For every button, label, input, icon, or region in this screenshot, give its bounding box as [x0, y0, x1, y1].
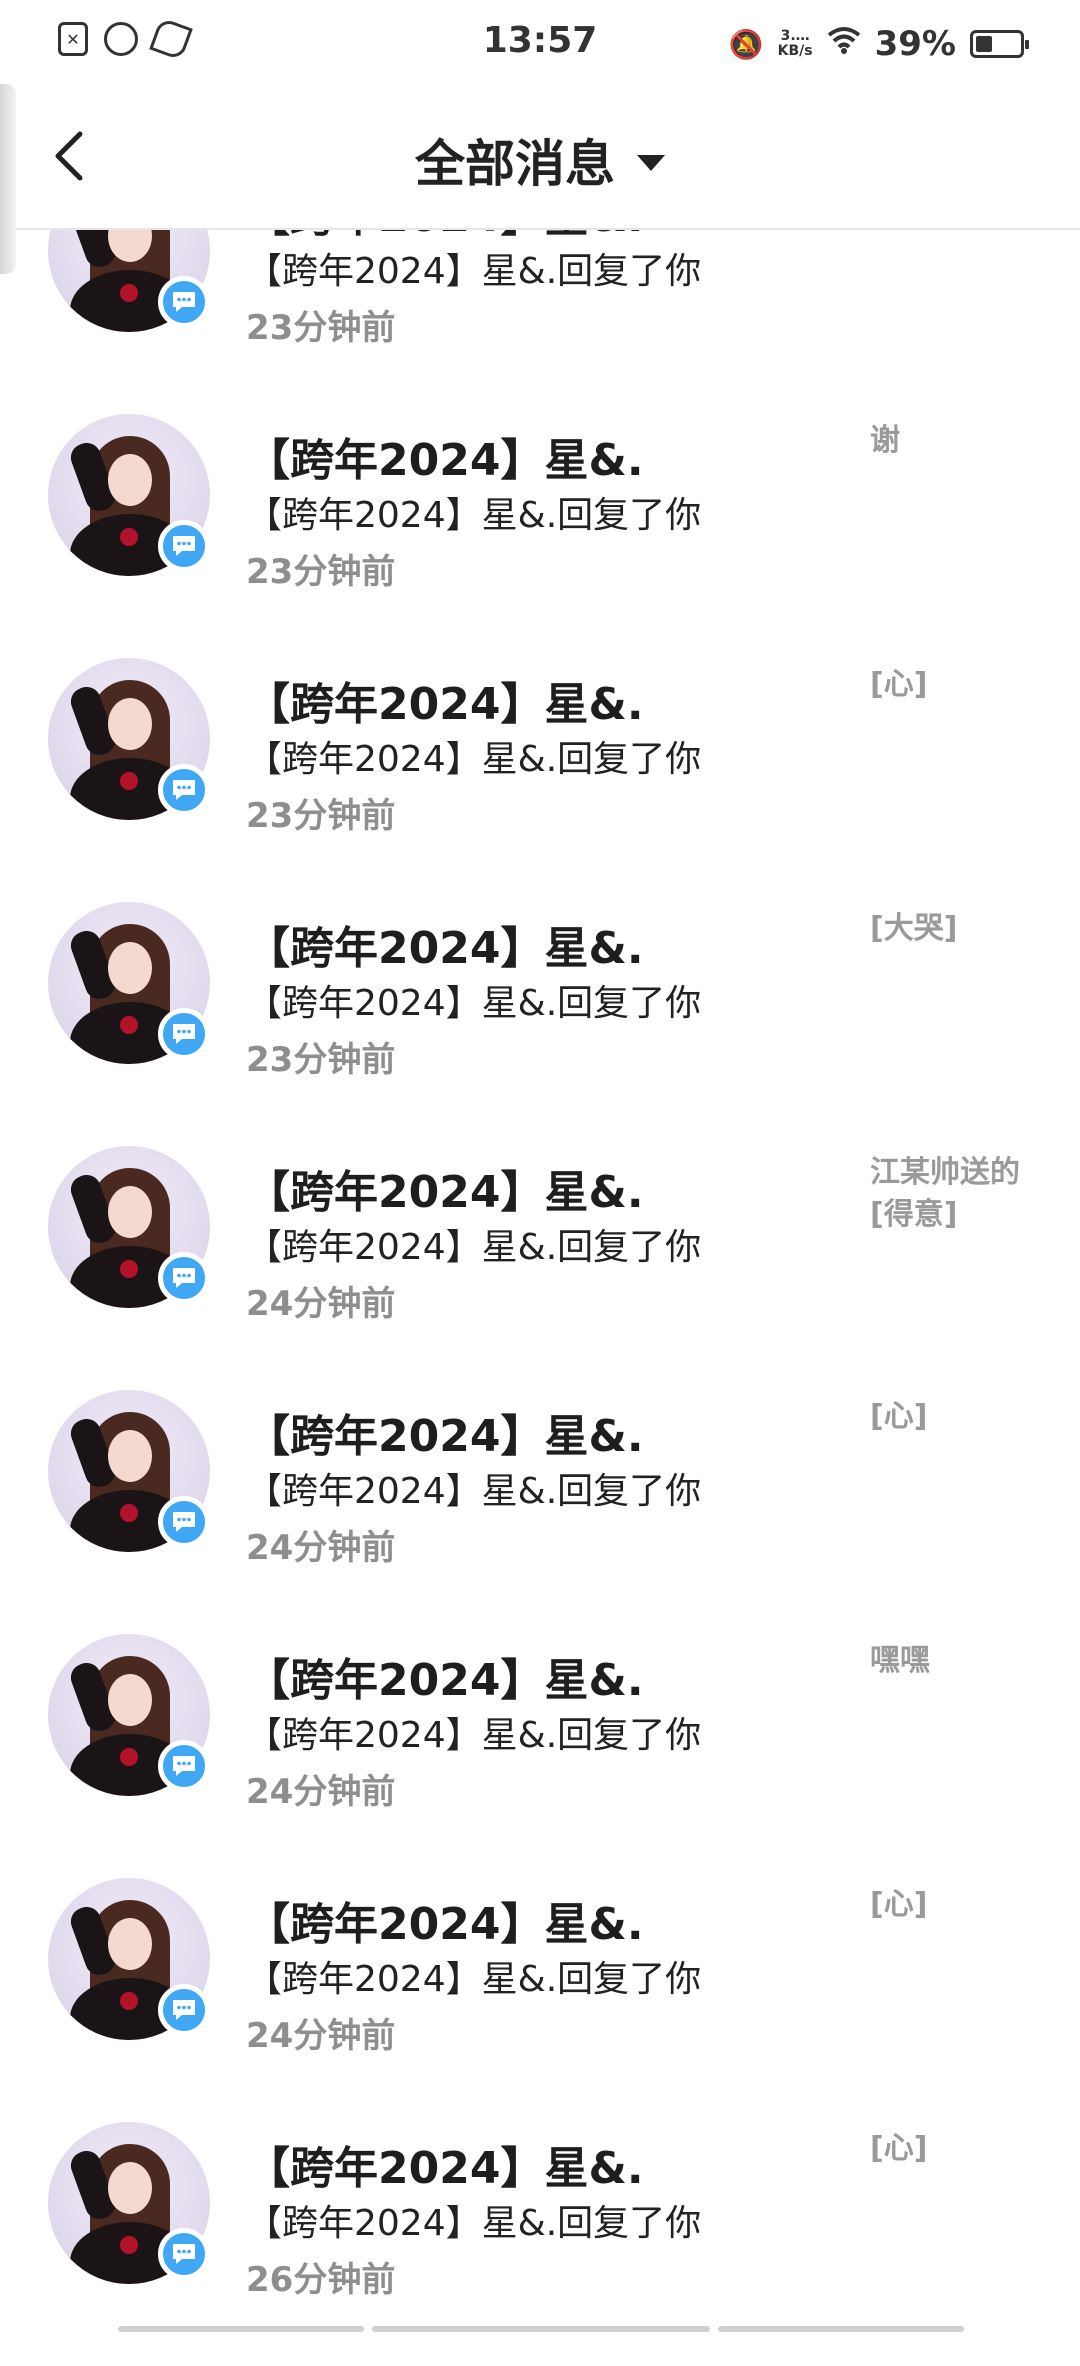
comment-badge-icon [158, 520, 210, 572]
comment-badge-icon [158, 1984, 210, 2036]
comment-badge-icon [158, 1008, 210, 1060]
indicator-segment [372, 2326, 710, 2332]
sender-name: 【跨年2024】星&. [246, 1411, 644, 1462]
wifi-icon [827, 26, 861, 62]
message-time: 24分钟前 [246, 2016, 396, 2056]
sender-name: 【跨年2024】星&. [246, 679, 644, 730]
comment-snippet[interactable]: [心] [870, 2128, 1020, 2170]
comment-badge-icon [158, 276, 210, 328]
comment-badge-icon [158, 1496, 210, 1548]
message-summary: 【跨年2024】星&.回复了你 [246, 495, 702, 536]
battery-icon [970, 30, 1029, 58]
network-speed-unit: KB/s [777, 43, 813, 59]
message-time: 24分钟前 [246, 1284, 396, 1324]
indicator-segment [718, 2326, 964, 2332]
message-time: 23分钟前 [246, 1040, 396, 1080]
comment-snippet[interactable]: [心] [870, 1396, 1020, 1438]
message-summary: 【跨年2024】星&.回复了你 [246, 983, 702, 1024]
message-time: 23分钟前 [246, 796, 396, 836]
message-row[interactable]: 【跨年2024】星&. 【跨年2024】星&.回复了你 24分钟前 嘿嘿 [0, 1634, 1080, 1878]
message-row[interactable]: 【跨年2024】星&. 【跨年2024】星&.回复了你 23分钟前 谢 [0, 414, 1080, 658]
title-dropdown[interactable]: 全部消息 [0, 124, 1080, 196]
message-row[interactable]: 【跨年2024】星&. 【跨年2024】星&.回复了你 24分钟前 [心] [0, 1390, 1080, 1634]
comment-badge-icon [158, 764, 210, 816]
comment-snippet[interactable]: [心] [870, 664, 1020, 706]
comment-snippet[interactable]: 谢 [870, 420, 1020, 462]
message-row[interactable]: 【跨年2024】星&. 【跨年2024】星&.回复了你 23分钟前 [心] [0, 658, 1080, 902]
status-bar: ✕ 13:57 🔕 3.… KB/s 39% [0, 0, 1080, 84]
caret-down-icon [637, 155, 665, 171]
message-summary: 【跨年2024】星&.回复了你 [246, 2203, 702, 2244]
network-speed: 3.… KB/s [778, 29, 813, 59]
message-row[interactable]: 【跨年2024】星&. 【跨年2024】星&.回复了你 23分钟前 [大哭] [0, 902, 1080, 1146]
battery-percent: 39% [874, 24, 956, 64]
message-time: 23分钟前 [246, 308, 396, 348]
bottom-scroll-indicator [118, 2326, 964, 2332]
bell-muted-icon: 🔕 [728, 27, 764, 61]
message-time: 24分钟前 [246, 1528, 396, 1568]
edge-gesture-handle[interactable] [0, 84, 16, 274]
message-time: 26分钟前 [246, 2260, 396, 2300]
message-summary: 【跨年2024】星&.回复了你 [246, 251, 702, 292]
message-row[interactable]: 【跨年2024】星&. 【跨年2024】星&.回复了你 24分钟前 [心] [0, 1878, 1080, 2122]
status-right-icons: 🔕 3.… KB/s 39% [728, 24, 1029, 64]
top-header: 全部消息 [0, 84, 1080, 230]
message-time: 24分钟前 [246, 1772, 396, 1812]
sender-name: 【跨年2024】星&. [246, 2143, 644, 2194]
comment-snippet[interactable]: 江某帅送的[得意] [870, 1152, 1020, 1236]
message-summary: 【跨年2024】星&.回复了你 [246, 739, 702, 780]
comment-snippet[interactable]: [大哭] [870, 908, 1020, 950]
comment-snippet[interactable]: [心] [870, 1884, 1020, 1926]
message-summary: 【跨年2024】星&.回复了你 [246, 1471, 702, 1512]
sender-name: 【跨年2024】星&. [246, 1899, 644, 1950]
indicator-segment [118, 2326, 364, 2332]
message-time: 23分钟前 [246, 552, 396, 592]
sender-name: 【跨年2024】星&. [246, 435, 644, 486]
comment-badge-icon [158, 2228, 210, 2280]
sender-name: 【跨年2024】星&. [246, 1167, 644, 1218]
comment-badge-icon [158, 1252, 210, 1304]
message-row[interactable]: 【跨年2024】星&. 【跨年2024】星&.回复了你 24分钟前 江某帅送的[… [0, 1146, 1080, 1390]
message-summary: 【跨年2024】星&.回复了你 [246, 1959, 702, 2000]
sender-name: 【跨年2024】星&. [246, 923, 644, 974]
comment-badge-icon [158, 1740, 210, 1792]
message-summary: 【跨年2024】星&.回复了你 [246, 1715, 702, 1756]
page-title: 全部消息 [415, 135, 615, 193]
message-summary: 【跨年2024】星&.回复了你 [246, 1227, 702, 1268]
comment-snippet[interactable]: 嘿嘿 [870, 1640, 1020, 1682]
network-speed-value: 3.… [780, 28, 810, 44]
sender-name: 【跨年2024】星&. [246, 1655, 644, 1706]
